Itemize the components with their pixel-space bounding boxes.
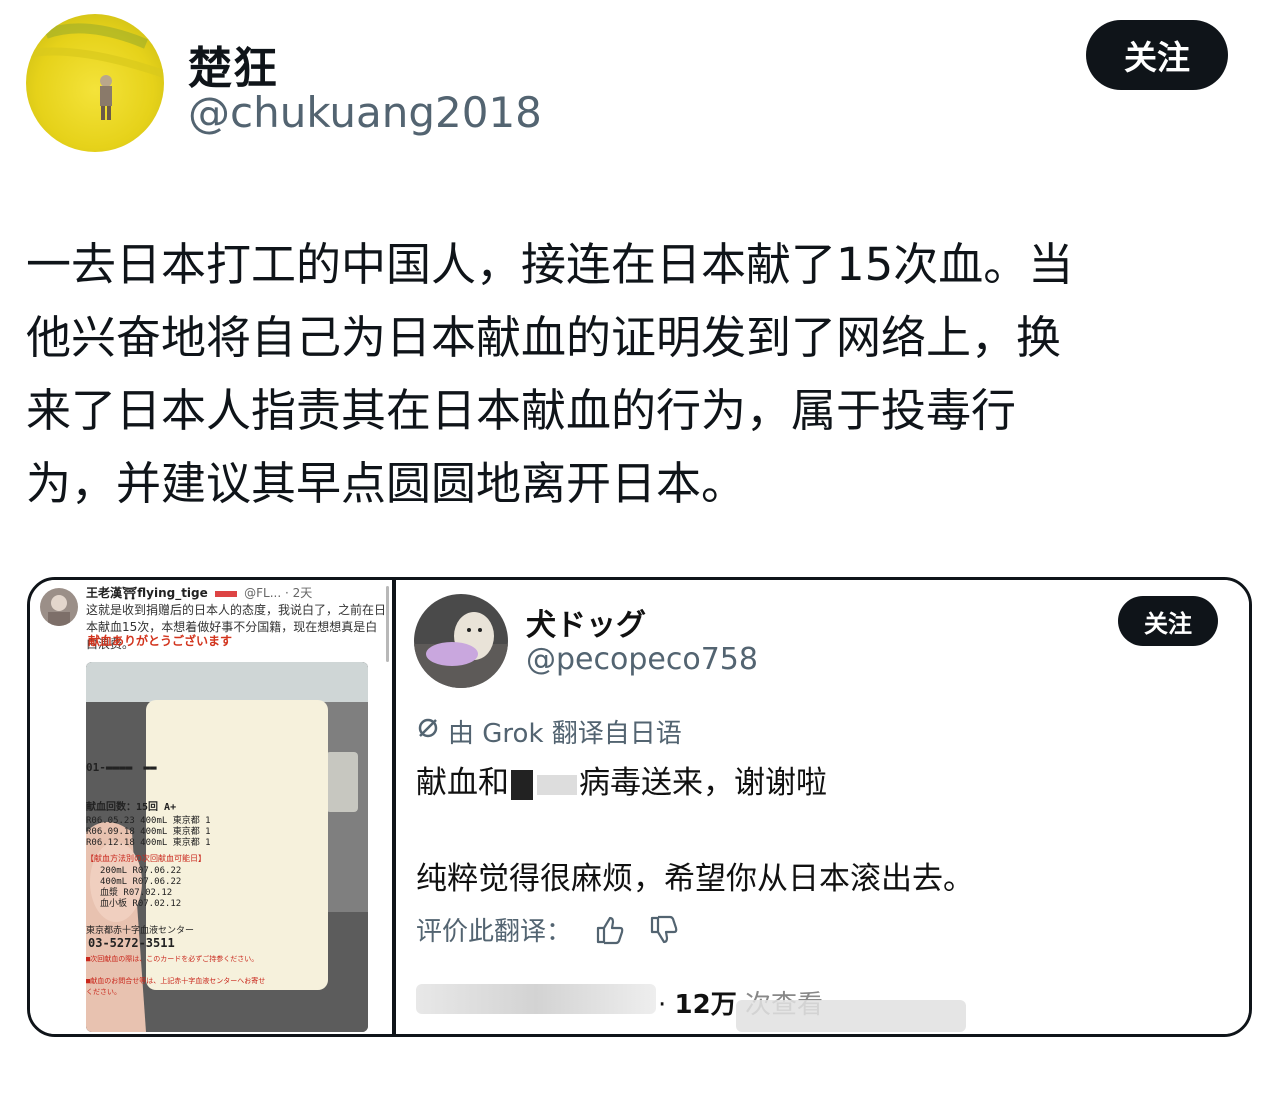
translated-line-1: 献血和 病毒送来，谢谢啦 (416, 765, 827, 801)
card-note: ■次回献血の際は、このカードを必ずご持参ください。 (86, 955, 259, 963)
embedded-right-avatar (414, 594, 508, 688)
card-record: R06.05.23 400mL 東京都 1 (86, 816, 211, 826)
embedded-right-display-name: 犬ドッグ (526, 608, 646, 643)
card-record: R06.12.18 400mL 東京都 1 (86, 838, 211, 848)
translated-line-2: 纯粹觉得很麻烦，希望你从日本滚出去。 (416, 861, 974, 897)
card-next: 400mL R07.06.22 (100, 877, 182, 887)
thumbs-down-icon (648, 914, 680, 946)
author-display-name[interactable]: 楚狂 (188, 32, 278, 96)
thumbs-up-icon (594, 914, 626, 946)
tweet-header: 楚狂 @chukuang2018 关注 (26, 14, 1256, 154)
translation-notice: 由 Grok 翻译自日语 (416, 713, 682, 750)
blurred-metadata (416, 984, 656, 1014)
card-count: 献血回数：15回 A+ (86, 802, 177, 813)
embedded-left-avatar (40, 588, 78, 626)
author-avatar[interactable] (26, 14, 164, 152)
card-next-header: 【献血方法別の次回献血可能日】 (86, 854, 206, 863)
card-next: 血漿 R07.02.12 (100, 888, 173, 898)
card-note: ■献血のお問合せ等は、上記赤十字血液センターへお寄せください。 (86, 977, 266, 996)
grok-icon (416, 716, 440, 747)
tweet-text: 一去日本打工的中国人，接连在日本献了15次血。当 他兴奋地将自己为日本献血的证明… (26, 228, 1246, 520)
scrollbar (386, 586, 389, 662)
blurred-overlay (736, 1000, 966, 1032)
card-next: 200mL R07.06.22 (100, 866, 182, 876)
embedded-left-screenshot: 王老漢⛩flying_tige @FL... · 2天 这就是收到捐赠后的日本人… (30, 580, 392, 1034)
card-id: 01-▬▬▬▬ ▬▬ (86, 761, 157, 774)
card-phone: 03-5272-3511 (88, 936, 175, 950)
embedded-right-screenshot: 犬ドッグ @pecopeco758 关注 由 Grok 翻译自日语 献血和 病毒送… (396, 580, 1249, 1034)
tweet-line: 为，并建议其早点圆圆地离开日本。 (26, 457, 747, 510)
card-title: 献血ありがとうございます (88, 634, 233, 648)
tweet-line: 他兴奋地将自己为日本献血的证明发到了网络上，换 (26, 311, 1062, 364)
follow-button[interactable]: 关注 (1086, 20, 1228, 90)
tweet-line: 来了日本人指责其在日本献血的行为，属于投毒行 (26, 384, 1017, 437)
author-handle[interactable]: @chukuang2018 (188, 88, 542, 137)
card-record: R06.09.18 400mL 東京都 1 (86, 827, 211, 837)
embedded-follow-button: 关注 (1118, 596, 1218, 646)
rate-translation: 评价此翻译： (416, 911, 680, 948)
tweet-media-image[interactable]: 王老漢⛩flying_tige @FL... · 2天 这就是收到捐赠后的日本人… (27, 577, 1252, 1037)
card-next: 血小板 R07.02.12 (100, 899, 182, 909)
tweet-line: 一去日本打工的中国人，接连在日本献了15次血。当 (26, 238, 1074, 291)
embedded-left-author: 王老漢⛩flying_tige @FL... · 2天 (86, 586, 313, 600)
embedded-right-handle: @pecopeco758 (526, 642, 758, 677)
